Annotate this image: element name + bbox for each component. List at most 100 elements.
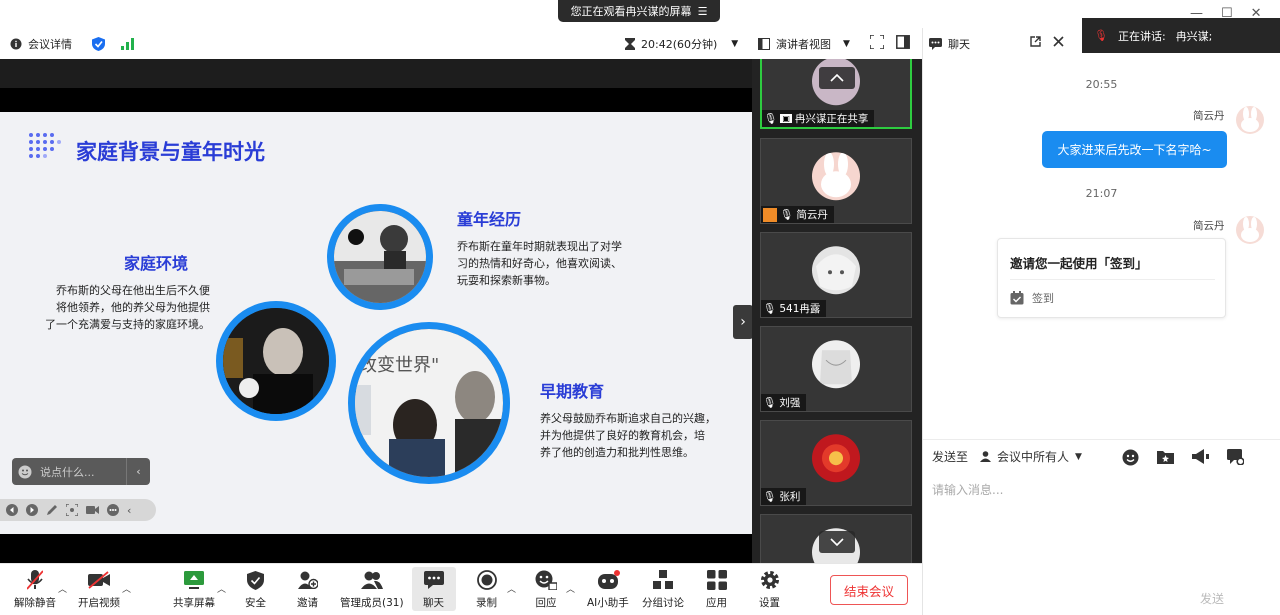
message-input[interactable] [932,480,1232,500]
megaphone-icon[interactable] [1192,449,1209,466]
card-divider [1010,279,1215,280]
mic-muted-icon: 🎙 [763,397,777,409]
chevron-down-icon: ▼ [731,39,739,49]
timer-text: 20:42(60分钟) [641,38,718,51]
bottom-toolbar [0,563,922,615]
signal-icon[interactable] [121,38,134,50]
unmute-button[interactable]: 解除静音 [14,569,56,610]
avatar [812,434,860,483]
text-line: 养了他的创造力和批判性思维。 [540,446,694,459]
avatar [812,152,860,201]
chevron-down-icon: ▼ [843,39,850,49]
pen-icon[interactable] [46,504,58,516]
active-speaker-popup: 🎙 正在讲话: 冉兴谋; [1082,18,1280,53]
record-button[interactable]: 录制 [476,569,497,610]
settings-button[interactable]: 设置 [759,569,780,610]
share-screen-icon [184,569,204,591]
ai-assistant-button[interactable]: AI小助手 [587,569,629,610]
card-action[interactable]: 签到 [1010,290,1054,306]
chat-timestamp: 20:55 [1085,78,1118,91]
collapse-icon[interactable]: ‹ [126,458,150,485]
security-button[interactable]: 安全 [245,569,266,610]
breakout-button[interactable]: 分组讨论 [642,569,684,610]
chevron-up-icon[interactable]: ︿ [217,582,226,595]
participant-label: 🎙 ▣ 冉兴谋正在共享 [762,110,875,127]
record-label: 录制 [476,597,497,609]
participant-tile[interactable]: 🎙 张利 [760,420,912,506]
share-screen-button[interactable]: 共享屏幕 [173,569,215,610]
chat-settings-icon[interactable] [1227,449,1244,466]
text-line: 养父母鼓励乔布斯追求自己的兴趣， [540,412,716,425]
video-off-icon [88,569,110,591]
participant-name: 541冉露 [779,303,821,315]
photo-caption: 改变世界" [359,355,440,376]
screenshot-icon[interactable] [66,504,78,516]
end-meeting-button[interactable]: 结束会议 [830,575,908,605]
overlay-chat-input[interactable]: 说点什么... ‹ [12,458,150,485]
view-mode-select[interactable]: 演讲者视图 ▼ [758,36,850,52]
more-icon[interactable] [107,504,119,516]
participant-panel: 🎙 ▣ 冉兴谋正在共享 🎙 简云丹 🎙 541冉露 🎙 刘强 🎙 张利 [752,59,922,563]
meeting-info[interactable]: 会议详情 [10,36,134,52]
add-user-icon [297,569,318,591]
send-to-select[interactable]: 发送至 会议中所有人 ▼ [932,448,1082,465]
panel-divider[interactable] [922,28,923,615]
expand-panel-button[interactable]: › [733,305,753,339]
section-text: 养父母鼓励乔布斯追求自己的兴趣， 并为他提供了良好的教育机会，培 养了他的创造力… [540,410,740,461]
participant-tile[interactable]: 🎙 541冉露 [760,232,912,318]
settings-label: 设置 [759,597,780,609]
sidebar-toggle-icon[interactable] [896,35,910,49]
chat-bubble[interactable]: 大家进来后先改一下名字哈~ [1042,131,1227,168]
scroll-down-button[interactable] [819,531,855,553]
participant-name: 冉兴谋正在共享 [794,113,869,125]
meeting-timer[interactable]: 20:42(60分钟) ▼ [625,36,738,52]
emoji-icon[interactable] [18,465,32,479]
reaction-button[interactable]: 回应 [535,569,557,610]
meeting-info-label: 会议详情 [28,38,72,51]
chat-tools [1122,449,1244,466]
checkin-card[interactable]: 邀请您一起使用「签到」 签到 [997,238,1226,318]
chevron-up-icon[interactable]: ︿ [566,582,575,595]
info-icon [10,38,22,50]
section-text: 乔布斯的父母在他出生后不久便 将他领养，他的养父母为他提供 了一个充满爱与支持的… [20,282,210,333]
collapse-icon[interactable]: ‹ [127,504,131,517]
folder-icon[interactable] [1157,449,1174,466]
text-line: 乔布斯在童年时期就表现出了对学 [457,240,622,253]
section-heading: 家庭环境 [124,254,189,273]
chevron-up-icon[interactable]: ︿ [122,582,131,595]
invite-button[interactable]: 邀请 [297,569,318,610]
apps-grid-icon [706,569,727,591]
share-banner-text: 您正在观看冉兴谋的屏幕 [570,5,692,18]
prev-icon[interactable] [6,504,18,516]
avatar [812,246,860,295]
scroll-up-button[interactable] [819,67,855,89]
participant-name: 简云丹 [796,209,828,221]
chat-button[interactable]: 聊天 [423,569,444,610]
close-icon[interactable] [1053,36,1064,47]
chevron-up-icon[interactable]: ︿ [507,582,516,595]
participant-tile[interactable]: 🎙 刘强 [760,326,912,412]
next-icon[interactable] [26,504,38,516]
shield-icon[interactable] [92,37,105,51]
chevron-up-icon[interactable]: ︿ [58,582,67,595]
send-button[interactable]: 发送 [1200,590,1224,607]
camera-icon[interactable] [86,505,99,515]
participant-tile[interactable]: 🎙 简云丹 [760,138,912,224]
emoji-icon[interactable] [1122,449,1139,466]
menu-icon: ☰ [697,4,708,18]
share-screen-icon: ▣ [780,114,792,123]
fullscreen-icon[interactable] [870,35,884,49]
popout-icon[interactable] [1030,36,1041,47]
manage-members-button[interactable]: 管理成员(31) [340,569,404,610]
reaction-icon [535,569,557,591]
mic-muted-icon: 🎙 [763,303,777,315]
view-mode-label: 演讲者视图 [776,38,831,51]
invite-label: 邀请 [297,597,318,609]
annotation-toolbar: ‹ [0,499,156,521]
shield-icon [247,569,264,591]
share-banner[interactable]: 您正在观看冉兴谋的屏幕 ☰ [558,0,720,22]
host-icon [763,207,777,222]
apps-button[interactable]: 应用 [706,569,727,610]
start-video-button[interactable]: 开启视频 [78,569,120,610]
reaction-label: 回应 [535,597,557,609]
